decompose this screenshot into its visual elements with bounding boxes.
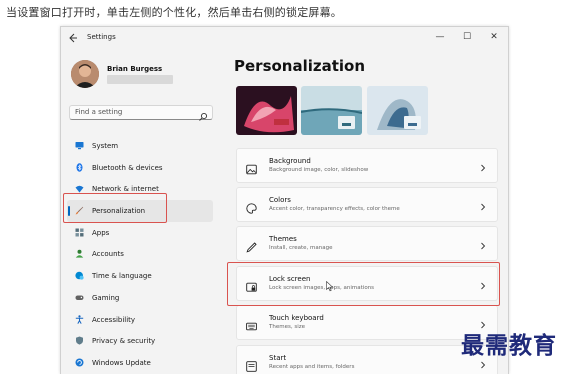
card-themes[interactable]: Themes Install, create, manage [236, 226, 498, 261]
sidebar-item-label: Time & language [92, 272, 152, 281]
start-icon [246, 357, 257, 372]
back-arrow-icon[interactable] [67, 32, 79, 44]
page-title: Personalization [234, 57, 366, 75]
sidebar-nav: System Bluetooth & devices Network & int… [67, 135, 213, 374]
sidebar-item-system[interactable]: System [67, 135, 213, 157]
palette-icon [246, 199, 257, 214]
close-button[interactable]: ✕ [481, 29, 507, 45]
window-title: Settings [87, 33, 116, 41]
update-icon [75, 358, 84, 367]
card-description: Background image, color, slideshow [269, 167, 369, 173]
profile-email-redacted [107, 75, 173, 84]
card-description: Install, create, manage [269, 245, 333, 251]
search-input[interactable]: Find a setting [69, 105, 213, 121]
chevron-right-icon [479, 198, 487, 211]
card-title: Colors [269, 196, 291, 204]
watermark-text: 最需教育 [461, 332, 557, 359]
card-description: Themes, size [269, 324, 305, 330]
shield-icon [75, 336, 84, 345]
sidebar-item-label: Apps [92, 228, 110, 237]
sidebar-item-label: Accessibility [92, 315, 136, 324]
card-touch-keyboard[interactable]: Touch keyboard Themes, size [236, 305, 498, 340]
pen-icon [246, 238, 257, 253]
sidebar-item-gaming[interactable]: Gaming [67, 287, 213, 309]
card-colors[interactable]: Colors Accent color, transparency effect… [236, 187, 498, 222]
card-title: Themes [269, 235, 297, 243]
accessibility-icon [75, 314, 84, 324]
avatar[interactable] [71, 60, 99, 88]
card-description: Accent color, transparency effects, colo… [269, 206, 400, 212]
sidebar-item-accessibility[interactable]: Accessibility [67, 309, 213, 331]
monitor-icon [75, 141, 84, 150]
sidebar-item-accounts[interactable]: Accounts [67, 243, 213, 265]
sidebar-item-label: Privacy & security [92, 337, 156, 346]
card-title: Background [269, 157, 311, 165]
sidebar-item-label: Windows Update [92, 358, 151, 367]
sidebar-item-time-language[interactable]: Time & language [67, 265, 213, 287]
lock-screen-highlight-box [227, 262, 500, 306]
title-bar: Settings — ☐ ✕ [61, 27, 508, 49]
theme-thumbnail-bloom[interactable] [367, 86, 428, 135]
instruction-text: 当设置窗口打开时，单击左侧的个性化，然后单击右侧的锁定屏幕。 [6, 6, 342, 19]
gamepad-icon [75, 293, 84, 302]
globe-clock-icon [75, 271, 84, 280]
image-icon [246, 160, 257, 175]
apps-icon [75, 228, 84, 237]
search-placeholder: Find a setting [75, 108, 123, 116]
maximize-button[interactable]: ☐ [454, 29, 480, 45]
settings-window: Settings — ☐ ✕ Brian Burgess Find a sett… [60, 26, 509, 374]
card-title: Touch keyboard [269, 314, 324, 322]
keyboard-icon [246, 317, 257, 331]
sidebar-item-label: Accounts [92, 250, 124, 259]
card-start[interactable]: Start Recent apps and items, folders [236, 345, 498, 374]
chevron-right-icon [479, 159, 487, 172]
sidebar-item-apps[interactable]: Apps [67, 222, 213, 244]
card-background[interactable]: Background Background image, color, slid… [236, 148, 498, 183]
theme-thumbnail-flow[interactable] [301, 86, 362, 135]
sidebar-item-label: Bluetooth & devices [92, 163, 163, 172]
card-title: Start [269, 354, 287, 362]
sidebar-item-label: Gaming [92, 293, 120, 302]
sidebar-item-privacy-security[interactable]: Privacy & security [67, 330, 213, 352]
sidebar-item-windows-update[interactable]: Windows Update [67, 352, 213, 374]
profile-name: Brian Burgess [107, 65, 163, 73]
minimize-button[interactable]: — [427, 29, 453, 45]
theme-thumbnail-glow[interactable] [236, 86, 297, 135]
sidebar-item-label: System [92, 142, 119, 150]
sidebar-item-bluetooth[interactable]: Bluetooth & devices [67, 157, 213, 179]
chevron-right-icon [479, 237, 487, 250]
person-icon [75, 249, 84, 259]
personalization-highlight-box [63, 193, 167, 223]
bluetooth-icon [75, 162, 84, 172]
card-description: Recent apps and items, folders [269, 364, 355, 370]
search-icon[interactable] [198, 107, 208, 121]
